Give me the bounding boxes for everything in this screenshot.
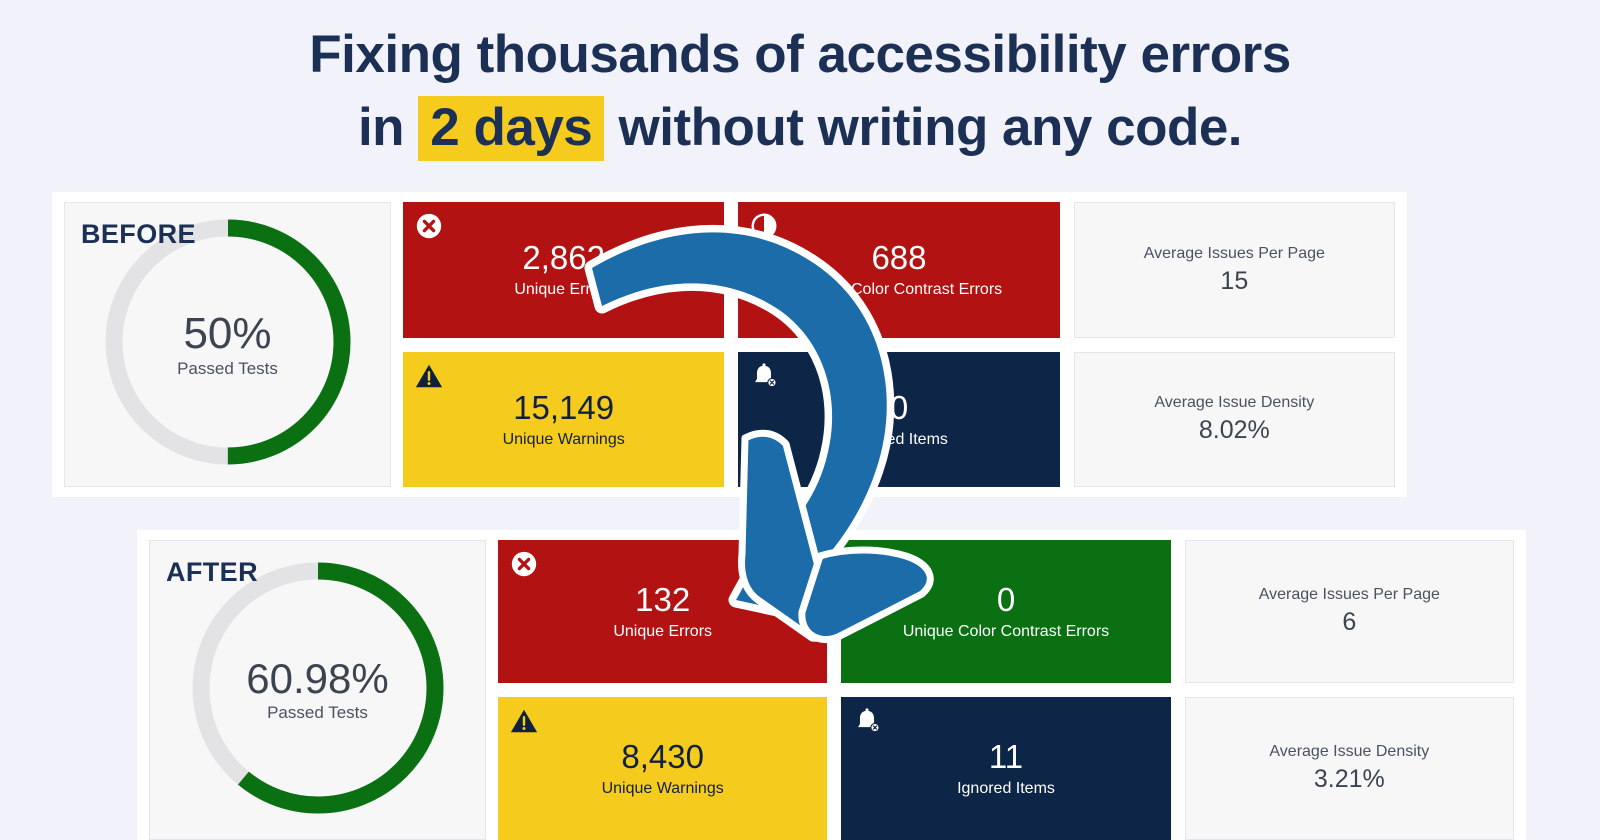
after-unique-warnings-value: 8,430	[621, 737, 704, 775]
before-unique-warnings-tile[interactable]: 15,149 Unique Warnings	[403, 351, 725, 487]
after-unique-warnings-label: Unique Warnings	[601, 780, 724, 798]
before-unique-warnings-value: 15,149	[513, 388, 615, 426]
after-ignored-items-tile[interactable]: 11 Ignored Items	[841, 697, 1171, 840]
after-avg-issue-density-tile: Average Issue Density 3.21%	[1184, 697, 1514, 840]
before-avg-issue-density-value: 8.02%	[1198, 416, 1270, 444]
before-ignored-items-value: 0	[889, 388, 909, 426]
before-avg-issues-per-page-value: 15	[1220, 266, 1249, 295]
headline-line-2-prefix: in	[357, 98, 419, 158]
before-color-contrast-errors-value: 688	[871, 239, 927, 277]
error-circle-icon	[511, 551, 537, 577]
page-title: Fixing thousands of accessibility errors…	[0, 18, 1600, 164]
before-avg-issues-per-page-label: Average Issues Per Page	[1143, 244, 1325, 262]
after-unique-warnings-tile[interactable]: 8,430 Unique Warnings	[498, 697, 828, 840]
after-donut-card: AFTER 60.98% Passed Tests	[149, 540, 486, 840]
headline-highlight: 2 days	[418, 96, 605, 162]
warning-icon	[415, 364, 443, 387]
after-avg-issues-per-page-label: Average Issues Per Page	[1258, 586, 1440, 604]
before-avg-issues-per-page-tile: Average Issues Per Page 15	[1073, 202, 1395, 338]
before-avg-issue-density-tile: Average Issue Density 8.02%	[1073, 351, 1395, 487]
after-ignored-items-value: 11	[988, 737, 1024, 775]
before-color-contrast-errors-label: Unique Color Contrast Errors	[795, 281, 1003, 299]
after-avg-issues-per-page-value: 6	[1342, 608, 1357, 637]
before-unique-errors-tile[interactable]: 2,862 Unique Errors	[403, 202, 725, 338]
before-label: BEFORE	[81, 219, 196, 249]
after-color-contrast-errors-tile[interactable]: 0 Unique Color Contrast Errors	[841, 540, 1171, 683]
headline-line-2: in 2 days without writing any code.	[0, 91, 1600, 164]
before-avg-issue-density-label: Average Issue Density	[1154, 394, 1315, 411]
after-unique-errors-value: 132	[635, 580, 691, 618]
before-ignored-items-label: Ignored Items	[850, 430, 948, 448]
before-tiles-grid: 2,862 Unique Errors 688 Unique Color Con…	[403, 202, 1395, 487]
after-panel: AFTER 60.98% Passed Tests 132 Unique Err…	[137, 530, 1526, 840]
before-ignored-items-tile[interactable]: 0 Ignored Items	[738, 351, 1060, 487]
after-avg-issues-per-page-tile: Average Issues Per Page 6	[1184, 540, 1514, 683]
after-unique-errors-label: Unique Errors	[613, 623, 713, 641]
before-donut-card: BEFORE 50% Passed Tests	[64, 202, 391, 487]
bell-off-icon	[755, 362, 777, 387]
before-unique-warnings-label: Unique Warnings	[502, 430, 625, 448]
after-label: AFTER	[166, 557, 258, 587]
infographic-page: Fixing thousands of accessibility errors…	[0, 0, 1600, 840]
after-donut-chart: 60.98% Passed Tests	[184, 554, 452, 827]
contrast-icon	[751, 213, 777, 239]
headline-line-2-suffix: without writing any code.	[604, 98, 1243, 158]
after-avg-issue-density-label: Average Issue Density	[1269, 743, 1430, 761]
after-unique-errors-tile[interactable]: 132 Unique Errors	[498, 540, 828, 683]
after-donut-svg	[192, 562, 443, 813]
before-unique-errors-label: Unique Errors	[514, 281, 614, 299]
before-panel: BEFORE 50% Passed Tests 2,862 Unique Err…	[52, 192, 1407, 497]
warning-icon	[510, 709, 538, 733]
before-donut-svg	[105, 219, 350, 465]
headline-line-1: Fixing thousands of accessibility errors	[309, 25, 1291, 84]
after-color-contrast-errors-value: 0	[996, 580, 1016, 618]
after-avg-issue-density-value: 3.21%	[1313, 765, 1385, 794]
after-tiles-grid: 132 Unique Errors 0 Unique Color Contras…	[498, 540, 1514, 840]
before-color-contrast-errors-tile[interactable]: 688 Unique Color Contrast Errors	[738, 202, 1060, 338]
bell-off-icon	[858, 708, 880, 733]
before-donut-chart: 50% Passed Tests	[97, 211, 359, 478]
before-unique-errors-value: 2,862	[522, 239, 605, 277]
after-color-contrast-errors-label: Unique Color Contrast Errors	[902, 623, 1110, 641]
after-ignored-items-label: Ignored Items	[957, 780, 1055, 798]
error-circle-icon	[416, 213, 442, 239]
